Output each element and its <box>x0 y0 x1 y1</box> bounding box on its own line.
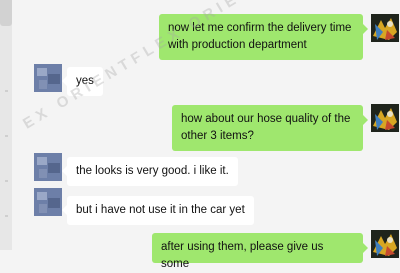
avatar-image-icon <box>371 104 399 132</box>
avatar-image-icon <box>34 64 62 92</box>
message-text: after using them, please give us some <box>161 241 324 270</box>
avatar-image-icon <box>34 153 62 181</box>
avatar-image-icon <box>34 188 62 216</box>
scroll-tick <box>5 215 8 217</box>
contact-avatar[interactable] <box>34 188 62 216</box>
message-text: now let me confirm the delivery time wit… <box>168 22 352 51</box>
message-text: yes <box>76 75 94 87</box>
message-bubble-incoming[interactable]: yes <box>62 67 103 96</box>
contact-avatar[interactable] <box>34 153 62 181</box>
scroll-tick <box>5 135 8 137</box>
message-bubble-outgoing[interactable]: now let me confirm the delivery time wit… <box>159 14 368 60</box>
scroll-tick <box>5 180 8 182</box>
message-text: the looks is very good. i like it. <box>76 165 229 177</box>
my-avatar[interactable] <box>371 14 399 42</box>
contact-avatar[interactable] <box>34 64 62 92</box>
avatar-image-icon <box>371 14 399 42</box>
my-avatar[interactable] <box>371 104 399 132</box>
message-bubble-incoming[interactable]: the looks is very good. i like it. <box>62 157 238 186</box>
message-bubble-outgoing[interactable]: after using them, please give us some <box>152 233 368 270</box>
message-text: but i have not use it in the car yet <box>76 204 245 216</box>
message-text: how about our hose quality of the other … <box>181 113 351 142</box>
message-bubble-incoming[interactable]: but i have not use it in the car yet <box>62 196 254 225</box>
scrollbar-thumb[interactable] <box>0 0 12 26</box>
conversation-scrollbar[interactable] <box>0 0 12 250</box>
message-bubble-outgoing[interactable]: how about our hose quality of the other … <box>172 105 368 151</box>
scroll-tick <box>5 90 8 92</box>
avatar-image-icon <box>371 230 399 258</box>
my-avatar[interactable] <box>371 230 399 258</box>
